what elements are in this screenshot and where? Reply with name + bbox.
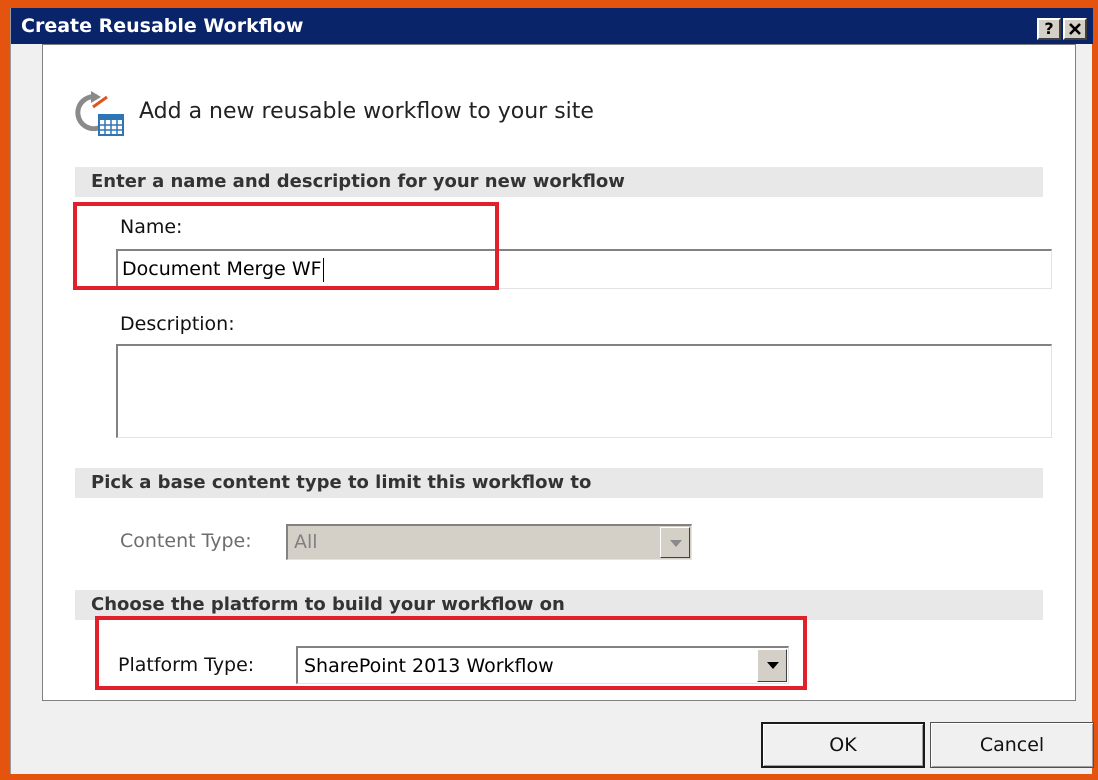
close-icon xyxy=(1069,23,1081,35)
content-type-select: All xyxy=(286,524,692,560)
description-input[interactable] xyxy=(116,344,1052,438)
section-content-type: Pick a base content type to limit this w… xyxy=(75,468,1043,498)
name-label: Name: xyxy=(120,216,183,238)
dialog-content-panel: Add a new reusable workflow to your site… xyxy=(42,44,1076,701)
name-input-value: Document Merge WF xyxy=(122,258,322,280)
text-caret xyxy=(322,257,324,282)
chevron-down-icon xyxy=(660,527,690,558)
content-type-label: Content Type: xyxy=(120,530,252,552)
platform-type-select[interactable]: SharePoint 2013 Workflow xyxy=(296,646,789,684)
title-bar[interactable]: Create Reusable Workflow ? xyxy=(11,8,1093,44)
section-name-description: Enter a name and description for your ne… xyxy=(75,167,1043,197)
ok-button[interactable]: OK xyxy=(761,722,925,768)
workflow-icon xyxy=(75,91,124,136)
description-label: Description: xyxy=(120,313,235,335)
dialog-header-text: Add a new reusable workflow to your site xyxy=(139,99,594,124)
dialog-window: Create Reusable Workflow ? Add a new reu… xyxy=(10,8,1094,774)
platform-type-value: SharePoint 2013 Workflow xyxy=(304,655,554,677)
platform-type-label: Platform Type: xyxy=(118,654,255,676)
section-platform: Choose the platform to build your workfl… xyxy=(75,590,1043,620)
name-input[interactable]: Document Merge WF xyxy=(116,249,1052,289)
cancel-button[interactable]: Cancel xyxy=(930,722,1094,768)
help-button[interactable]: ? xyxy=(1037,18,1061,40)
close-button[interactable] xyxy=(1063,18,1087,40)
dialog-title: Create Reusable Workflow xyxy=(21,15,304,37)
content-type-value: All xyxy=(294,531,318,553)
chevron-down-icon[interactable] xyxy=(757,649,787,682)
